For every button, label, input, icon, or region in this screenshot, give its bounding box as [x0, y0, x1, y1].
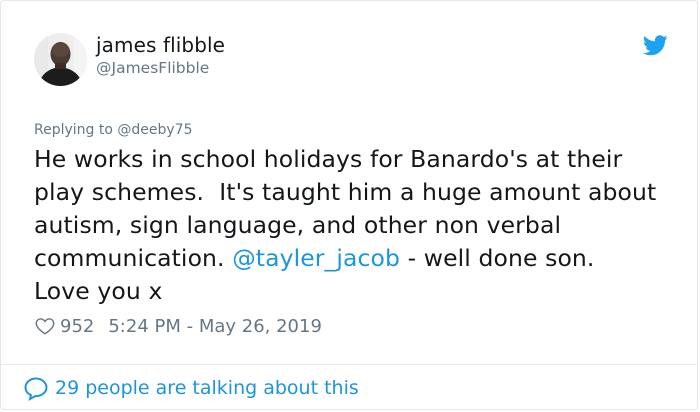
tweet-line: autism, sign language, and other non ver…	[34, 211, 562, 239]
speech-bubble-icon	[24, 376, 48, 401]
tweet-line: Love you x	[34, 277, 163, 305]
author-handle[interactable]: @JamesFlibble	[96, 59, 209, 77]
tweet-meta: 952 5:24 PM - May 26, 2019	[34, 314, 322, 338]
replying-to: Replying to @deeby75	[34, 122, 193, 138]
tweet-line: communication. @tayler_jacob - well done…	[34, 242, 684, 275]
talking-text[interactable]: 29 people are talking about this	[55, 377, 359, 399]
replying-prefix: Replying to	[34, 122, 118, 138]
talking-about-link[interactable]: 29 people are talking about this	[23, 375, 359, 401]
divider	[1, 364, 697, 365]
timestamp[interactable]: 5:24 PM - May 26, 2019	[108, 316, 322, 337]
like-count[interactable]: 952	[60, 316, 94, 337]
mention-link[interactable]: @tayler_jacob	[232, 244, 400, 272]
tweet-line-text: communication.	[34, 244, 233, 272]
tweet-line-tail: - well done son.	[400, 244, 595, 272]
twitter-bird-icon[interactable]	[643, 35, 668, 56]
tweet-line: play schemes. It's taught him a huge amo…	[34, 178, 657, 206]
tweet-card: james flibble @JamesFlibble Replying to …	[0, 0, 698, 410]
tweet-text: He works in school holidays for Banardo'…	[34, 143, 684, 308]
author-display-name[interactable]: james flibble	[96, 33, 225, 57]
avatar[interactable]	[34, 33, 87, 86]
tweet-line: He works in school holidays for Banardo'…	[34, 145, 623, 173]
heart-icon[interactable]	[34, 315, 56, 337]
reply-to-handle[interactable]: @deeby75	[117, 122, 192, 138]
user-avatar-photo	[34, 33, 87, 86]
